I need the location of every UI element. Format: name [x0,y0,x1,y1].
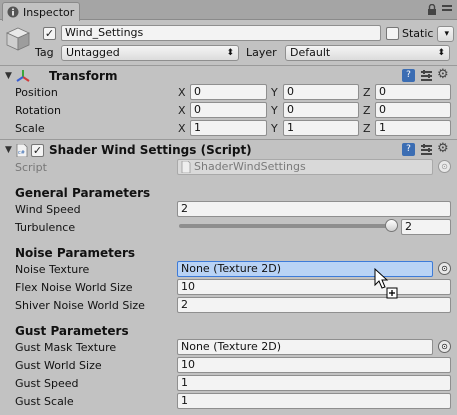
rotation-label: Rotation [15,104,62,117]
object-picker-icon[interactable]: ⊙ [438,340,451,353]
axis-x-label: X [178,122,186,135]
object-picker-icon: ⊙ [438,160,451,173]
drag-copy-cursor-icon [374,268,398,299]
axis-y-label: Y [271,104,278,117]
gust-mask-texture-field[interactable]: None (Texture 2D) [177,339,433,355]
lock-icon[interactable] [426,3,438,16]
help-icon[interactable]: ? [402,143,415,156]
layer-dropdown-arrow-icon: ⬍ [437,48,445,58]
flex-noise-world-size-label: Flex Noise World Size [15,281,133,294]
turbulence-slider-thumb[interactable] [385,219,398,232]
position-label: Position [15,86,58,99]
scale-x-field[interactable]: 1 [190,120,267,136]
script-reference-field: ShaderWindSettings [177,159,433,175]
foldout-expanded-icon[interactable]: ▼ [5,71,12,81]
gust-scale-label: Gust Scale [15,395,74,408]
position-y-field[interactable]: 0 [283,84,359,100]
turbulence-slider-track[interactable] [179,224,392,228]
script-enabled-checkbox[interactable]: ✓ [31,144,44,157]
script-component-header[interactable]: ▼ c# ✓ Shader Wind Settings (Script) ? ⚙ [0,139,457,160]
gust-world-size-field[interactable]: 10 [177,357,451,373]
object-picker-icon[interactable]: ⊙ [438,262,451,275]
foldout-expanded-icon[interactable]: ▼ [5,145,12,155]
script-file-icon [181,161,191,173]
active-checkbox[interactable]: ✓ [43,27,56,40]
rotation-x-field[interactable]: 0 [190,102,267,118]
static-dropdown-arrow-icon: ▾ [444,29,449,39]
layer-dropdown[interactable]: Default ⬍ [285,45,450,61]
tag-label: Tag [35,46,54,59]
static-dropdown[interactable]: ▾ [437,26,454,42]
script-file-icon: c# [16,144,28,157]
gust-parameters-header: Gust Parameters [15,324,129,338]
shiver-noise-world-size-label: Shiver Noise World Size [15,299,145,312]
gust-speed-label: Gust Speed [15,377,79,390]
transform-title: Transform [49,69,118,83]
gust-scale-field[interactable]: 1 [177,393,451,409]
position-x-field[interactable]: 0 [190,84,267,100]
tag-value: Untagged [66,46,120,59]
turbulence-label: Turbulence [15,221,76,234]
script-label: Script [15,161,47,174]
wind-speed-field[interactable]: 2 [177,201,451,217]
wind-speed-label: Wind Speed [15,203,81,216]
gust-world-size-label: Gust World Size [15,359,102,372]
shiver-noise-world-size-field[interactable]: 2 [177,297,451,313]
tag-dropdown[interactable]: Untagged ⬍ [61,45,239,61]
axis-x-label: X [178,104,186,117]
axis-y-label: Y [271,122,278,135]
tag-dropdown-arrow-icon: ⬍ [226,48,234,58]
rotation-z-field[interactable]: 0 [375,102,451,118]
turbulence-field[interactable]: 2 [401,219,451,235]
rotation-y-field[interactable]: 0 [283,102,359,118]
help-icon[interactable]: ? [402,69,415,82]
scale-y-field[interactable]: 1 [283,120,359,136]
gust-mask-texture-label: Gust Mask Texture [15,341,117,354]
static-checkbox[interactable] [386,27,399,40]
axis-x-label: X [178,86,186,99]
noise-parameters-header: Noise Parameters [15,246,136,260]
flex-noise-world-size-field[interactable]: 10 [177,279,451,295]
kebab-menu-icon[interactable] [441,4,453,16]
tab-inspector[interactable]: Inspector [2,2,80,21]
static-label: Static [402,27,434,40]
gameobject-cube-icon [6,27,30,51]
transform-axes-icon [16,70,30,82]
axis-z-label: Z [363,122,371,135]
gameobject-name-field[interactable]: Wind_Settings [61,25,381,41]
position-z-field[interactable]: 0 [375,84,451,100]
gust-speed-field[interactable]: 1 [177,375,451,391]
presets-icon[interactable] [420,143,433,156]
script-reference-value: ShaderWindSettings [194,160,306,173]
general-parameters-header: General Parameters [15,186,151,200]
layer-value: Default [290,46,331,59]
info-icon [7,6,19,18]
presets-icon[interactable] [420,69,433,82]
axis-z-label: Z [363,86,371,99]
layer-label: Layer [246,46,277,59]
transform-header[interactable]: ▼ Transform ? ⚙ [0,65,457,86]
axis-y-label: Y [271,86,278,99]
axis-z-label: Z [363,104,371,117]
script-component-title: Shader Wind Settings (Script) [49,143,252,157]
tab-bar: Inspector [0,0,457,21]
gear-icon[interactable]: ⚙ [437,141,449,156]
scale-z-field[interactable]: 1 [375,120,451,136]
scale-label: Scale [15,122,45,135]
svg-text:c#: c# [18,150,25,156]
noise-texture-label: Noise Texture [15,263,90,276]
tab-title: Inspector [23,6,75,19]
gear-icon[interactable]: ⚙ [437,67,449,82]
